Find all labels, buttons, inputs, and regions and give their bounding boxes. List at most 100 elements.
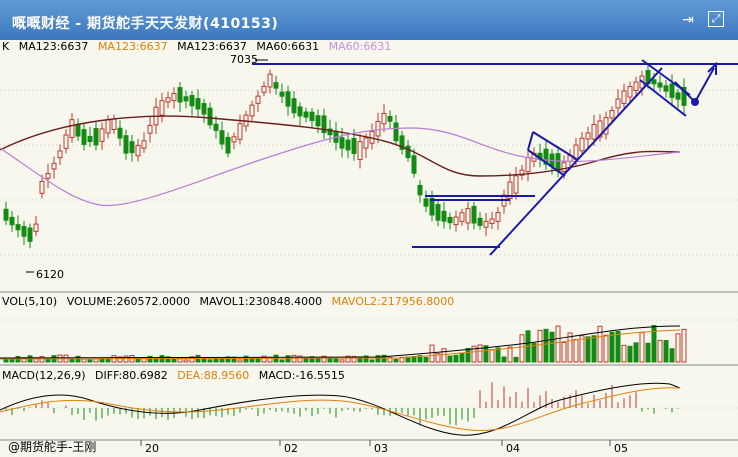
candle-body [471,205,477,224]
volume-bar [249,358,255,363]
volume-bar [465,347,471,363]
ma-label-5: MA60:6631 [328,40,392,53]
candle-body [219,130,225,145]
candle-body [405,145,411,159]
volume-bar [447,355,453,363]
candle-body [63,134,69,149]
candle-body [309,111,315,121]
flag-line [527,131,534,151]
candle-body [303,111,309,118]
candle-body [663,85,669,92]
volume-bar [489,349,495,363]
x-axis-label: 03 [374,442,388,455]
macd-params: MACD(12,26,9) [2,369,86,382]
candle-body [189,95,195,107]
volume-bar [207,359,213,363]
volume-bar [177,358,183,363]
volume-bar [621,344,627,363]
volume-bar [639,332,645,363]
candle-body [135,144,141,157]
volume-bar [237,359,243,363]
candle-body [105,119,111,134]
volume-bar [459,352,465,363]
candle-body [375,120,381,137]
volume-bar [633,342,639,363]
volume-bar [153,358,159,363]
candle-body [21,226,27,237]
candle-body [93,128,99,146]
candle-body [453,216,459,226]
candle-body [81,129,87,145]
candle-body [273,82,279,89]
volume-bar [549,331,555,363]
volume-bar [285,355,291,363]
candle-body [555,153,561,172]
volume-bar [645,342,651,363]
candle-body [285,91,291,107]
volume-bar [519,334,525,363]
candle-body [117,127,123,139]
ma-label-1: MA123:6637 [18,40,89,53]
volume-bar [213,358,219,363]
candle-body [669,83,675,98]
candle-body [609,110,615,119]
ma-label-4: MA60:6631 [256,40,320,53]
high-price-label: 7035 [230,53,258,66]
candle-body [477,217,483,226]
diff-value: DIFF:80.6982 [95,369,168,382]
mavol1-value: MAVOL1:230848.4000 [199,295,323,308]
vol-label: VOL(5,10) [2,295,58,308]
volume-bar [573,338,579,363]
candle-body [261,85,267,93]
candle-body [27,227,33,242]
candle-body [615,98,621,109]
volume-bar [561,342,567,363]
macd-indicator-legend: MACD(12,26,9) DIFF:80.6982 DEA:88.9560 M… [2,369,351,382]
volume-bar [507,346,513,363]
candle-body [339,137,345,149]
price-prefix: K [2,40,10,53]
candle-body [231,136,237,143]
candle-body [483,220,489,228]
ma-label-3: MA123:6637 [177,40,247,53]
candle-body [465,208,471,224]
candle-body [435,204,441,221]
candle-body [201,103,207,115]
candle-body [171,93,177,102]
candle-body [213,123,219,131]
candle-body [279,91,285,97]
candle-body [141,140,147,149]
volume-bar [333,357,339,363]
candle-body [3,208,9,221]
candle-body [561,162,567,172]
candle-body [351,137,357,155]
volume-bar [591,335,597,363]
volume-bar [477,344,483,363]
candle-body [447,216,453,224]
candle-body [675,92,681,100]
candle-body [129,141,135,154]
candle-body [123,135,129,154]
footer-watermark: @期货舵手-王刚 [8,440,97,454]
volume-bar [429,344,435,363]
candle-body [441,210,447,222]
volume-bar [555,325,561,363]
forecast-path [674,67,715,104]
volume-bar [609,331,615,363]
volume-bar [537,329,543,363]
candle-body [249,104,255,117]
candle-body [33,223,39,232]
volume-bar [423,356,429,363]
x-axis-label: 02 [284,442,298,455]
candle-body [99,128,105,142]
volume-bar [339,359,345,363]
volume-bar [657,339,663,363]
candle-body [381,113,387,125]
candle-body [267,73,273,88]
candle-body [417,184,423,196]
volume-bar [681,328,687,363]
candle-body [291,98,297,114]
volume-bar [171,358,177,363]
price-indicator-legend: K MA123:6637 MA123:6637 MA123:6637 MA60:… [2,40,397,53]
candle-body [255,95,261,104]
